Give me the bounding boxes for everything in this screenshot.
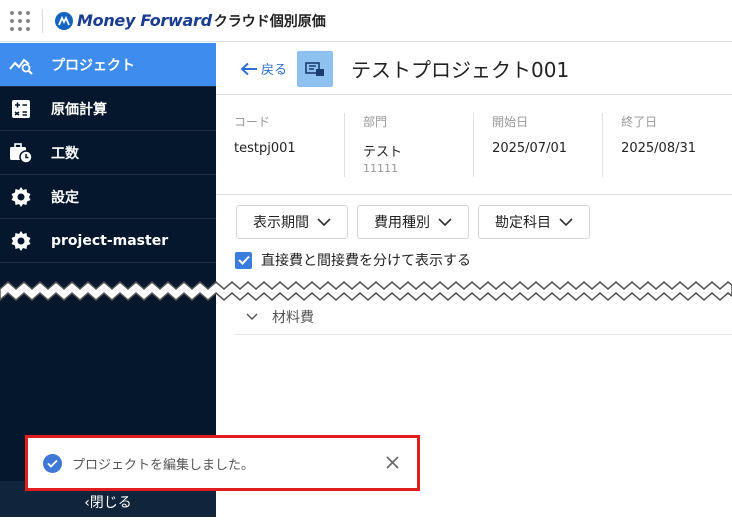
- gear-icon: [8, 184, 34, 210]
- success-toast: プロジェクトを編集しました。: [25, 435, 420, 491]
- gear-icon: [8, 228, 34, 254]
- sidebar-item-cost-calculation[interactable]: 原価計算: [0, 87, 216, 131]
- page-header: 戻る テストプロジェクト001: [216, 43, 732, 95]
- chevron-down-icon: [246, 312, 258, 320]
- divider: [42, 8, 43, 33]
- sidebar-item-label: プロジェクト: [51, 57, 135, 74]
- account-dropdown[interactable]: 勘定科目: [478, 205, 590, 239]
- dropdown-label: 勘定科目: [495, 215, 551, 231]
- sidebar-item-settings[interactable]: 設定: [0, 175, 216, 219]
- success-check-icon: [43, 453, 62, 473]
- toast-message: プロジェクトを編集しました。: [72, 457, 255, 473]
- product-name: クラウド個別原価: [213, 13, 326, 30]
- chevron-down-icon: [317, 217, 331, 226]
- end-date-label: 終了日: [621, 115, 658, 129]
- material-cost-row[interactable]: 材料費: [234, 299, 732, 335]
- sidebar-item-project-master[interactable]: project-master: [0, 219, 216, 263]
- clock-briefcase-icon: [8, 140, 34, 166]
- split-cost-label: 直接費と間接費を分けて表示する: [261, 253, 471, 269]
- split-cost-checkbox[interactable]: [235, 251, 252, 269]
- sidebar-item-label: project-master: [51, 232, 169, 249]
- calculator-icon: [8, 96, 34, 122]
- sidebar-item-project[interactable]: プロジェクト: [0, 43, 216, 87]
- chevron-down-icon: [438, 217, 452, 226]
- arrow-left-icon: [240, 62, 257, 75]
- close-icon[interactable]: [386, 454, 399, 473]
- sidebar-item-man-hours[interactable]: 工数: [0, 131, 216, 175]
- back-button[interactable]: 戻る: [240, 59, 287, 78]
- material-cost-label: 材料費: [272, 309, 314, 326]
- department-label: 部門: [363, 115, 388, 129]
- info-code: コード testpj001: [216, 113, 346, 177]
- sidebar-item-label: 原価計算: [51, 101, 107, 118]
- department-value: テスト: [363, 145, 403, 160]
- checkmark-icon: [237, 255, 250, 265]
- dropdown-label: 表示期間: [253, 215, 309, 231]
- brand[interactable]: Money Forward クラウド個別原価: [55, 11, 326, 31]
- app-switcher-icon[interactable]: [10, 10, 30, 31]
- money-forward-logo-icon: [55, 11, 73, 30]
- department-code: 11111: [363, 162, 399, 175]
- code-value: testpj001: [234, 141, 296, 156]
- info-end-date: 終了日 2025/08/31: [603, 113, 732, 177]
- code-label: コード: [234, 115, 271, 129]
- split-cost-option: 直接費と間接費を分けて表示する: [235, 250, 732, 270]
- chart-icon: [8, 52, 34, 78]
- chevron-down-icon: [559, 217, 573, 226]
- info-start-date: 開始日 2025/07/01: [474, 113, 604, 177]
- sidebar-item-label: 工数: [51, 145, 79, 162]
- back-label: 戻る: [261, 63, 288, 78]
- display-period-dropdown[interactable]: 表示期間: [236, 205, 348, 239]
- cost-type-dropdown[interactable]: 費用種別: [357, 205, 469, 239]
- project-info: コード testpj001 部門 テスト 11111 開始日 2025/07/0…: [216, 95, 732, 195]
- sidebar-item-label: 設定: [51, 189, 79, 206]
- start-date-value: 2025/07/01: [492, 141, 567, 156]
- brand-name: Money Forward: [77, 11, 212, 30]
- dropdown-label: 費用種別: [374, 215, 430, 231]
- start-date-label: 開始日: [492, 115, 529, 129]
- top-bar: Money Forward クラウド個別原価: [0, 0, 732, 42]
- info-department: 部門 テスト 11111: [345, 113, 475, 177]
- page-title: テストプロジェクト001: [351, 58, 570, 82]
- filter-bar: 表示期間 費用種別 勘定科目: [236, 205, 732, 239]
- end-date-value: 2025/08/31: [621, 141, 697, 156]
- project-icon: [297, 50, 334, 87]
